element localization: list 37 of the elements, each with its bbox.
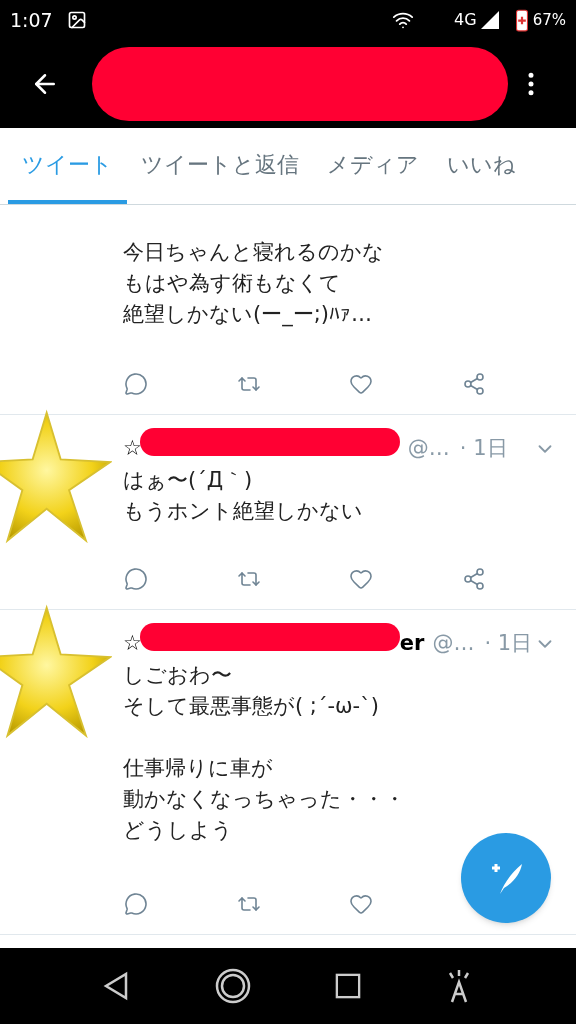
tweet-text: 動かなくなっちゃった・・・ [123, 786, 405, 813]
share-icon[interactable] [461, 567, 486, 591]
clock: 1:07 [10, 7, 53, 33]
tweet-text: そして最悪事態が( ;´-ω-`) [123, 693, 379, 720]
user-name: er [399, 630, 425, 658]
user-name: ☆ [123, 435, 142, 463]
user-name: ☆ [123, 630, 142, 658]
tab[interactable]: いいね [433, 128, 530, 204]
tweet-text: はぁ〜(´Д｀) [123, 467, 253, 494]
tab[interactable]: ツイートと返信 [127, 128, 313, 204]
tweet-text: 今日ちゃんと寝れるのかな [123, 239, 384, 266]
like-icon[interactable] [349, 567, 374, 591]
reply-icon[interactable] [124, 892, 148, 916]
like-icon[interactable] [349, 892, 374, 916]
reply-icon[interactable] [124, 372, 148, 396]
signal-icon [480, 11, 499, 29]
tweet-time: · 1日 [484, 630, 533, 658]
tweet-text: どうしよう [123, 817, 233, 844]
like-icon[interactable] [349, 372, 374, 396]
image-icon [66, 10, 87, 30]
reply-icon[interactable] [124, 567, 148, 591]
tweet-time: · 1日 [459, 435, 508, 463]
battery-level: 67% [532, 9, 566, 31]
battery-icon [514, 8, 529, 32]
user-handle: @… [432, 630, 475, 658]
tweet-text: もうホント絶望しかない [123, 498, 363, 525]
share-icon[interactable] [461, 372, 486, 396]
tab[interactable]: メディア [313, 128, 433, 204]
tweet-text: もはや為す術もなくて [123, 270, 341, 297]
tab[interactable]: ツイート [8, 128, 127, 204]
tweet-text: 絶望しかない(ー_ー;)ﾊｧ… [123, 301, 372, 329]
user-handle: @… [407, 435, 450, 463]
recents-nav-icon[interactable] [334, 973, 361, 999]
tweet-text: 仕事帰りに車が [123, 755, 273, 782]
home-nav-icon[interactable] [215, 968, 252, 1004]
network-type: 4G [454, 9, 477, 31]
tweet-text: しごおわ〜 [123, 662, 232, 689]
